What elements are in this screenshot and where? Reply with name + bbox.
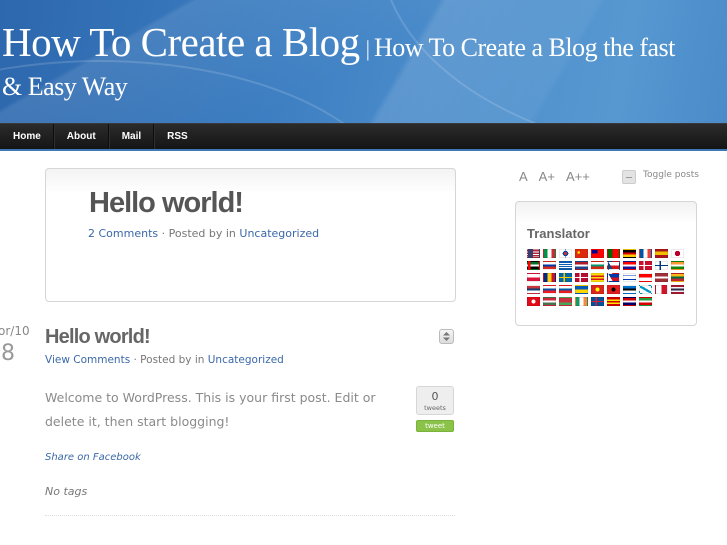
post-meta-text: · Posted by in [130, 354, 208, 366]
flag-icon[interactable] [543, 273, 556, 282]
up-down-arrows-icon [443, 332, 450, 341]
post-date-month: or/10 [0, 324, 30, 338]
featured-category-link[interactable]: Uncategorized [239, 227, 319, 240]
flag-icon[interactable] [607, 297, 620, 306]
flag-icon[interactable] [559, 273, 572, 282]
site-tagline: How To Create a Blog the fast [374, 33, 675, 62]
post-body: Welcome to WordPress. This is your first… [45, 390, 376, 429]
font-size-large[interactable]: A+ [539, 169, 555, 184]
flag-icon[interactable] [671, 261, 684, 270]
flag-icon[interactable] [639, 261, 652, 270]
translator-title: Translator [527, 226, 590, 241]
post-meta: View Comments · Posted by in Uncategoriz… [45, 354, 284, 366]
featured-post-title[interactable]: Hello world! [89, 187, 244, 220]
nav-item-about[interactable]: About [54, 124, 109, 149]
site-title[interactable]: How To Create a Blog [2, 19, 360, 65]
flag-icon[interactable] [591, 285, 604, 294]
flag-icon[interactable] [623, 261, 636, 270]
post-title[interactable]: Hello world! [45, 326, 151, 349]
flag-icon[interactable] [607, 273, 620, 282]
flag-icon[interactable] [671, 285, 684, 294]
flag-icon[interactable] [527, 297, 540, 306]
flag-icon[interactable] [559, 285, 572, 294]
post-date-day: 8 [1, 341, 15, 366]
flag-icon[interactable] [655, 285, 668, 294]
post-category-link[interactable]: Uncategorized [208, 354, 284, 366]
flag-icon[interactable] [575, 297, 588, 306]
flag-icon[interactable] [543, 249, 556, 258]
toggle-posts-label[interactable]: Toggle posts [643, 170, 699, 180]
view-comments-link[interactable]: View Comments [45, 354, 130, 366]
post-tags: No tags [45, 485, 88, 498]
flag-icon[interactable] [671, 273, 684, 282]
toggle-posts-icon[interactable] [622, 170, 636, 184]
font-size-larger[interactable]: A++ [566, 169, 590, 184]
flag-icon[interactable] [543, 261, 556, 270]
site-title-line: How To Create a Blog | How To Create a Blo… [2, 18, 675, 66]
flag-icon[interactable] [575, 261, 588, 270]
flag-icon[interactable] [575, 273, 588, 282]
font-size-normal[interactable]: A [519, 169, 528, 184]
flag-icon[interactable] [559, 261, 572, 270]
tweet-count-label: tweets [424, 404, 446, 412]
flag-icon[interactable] [639, 297, 652, 306]
flag-icon[interactable] [623, 273, 636, 282]
flag-icon[interactable] [559, 249, 572, 258]
flag-icon[interactable] [591, 273, 604, 282]
post-toggle-button[interactable] [439, 329, 454, 344]
tweet-count-box: 0 tweets [416, 386, 454, 415]
flag-icon[interactable] [591, 261, 604, 270]
flag-icon[interactable] [559, 297, 572, 306]
flag-icon[interactable] [527, 249, 540, 258]
flag-icon[interactable] [655, 261, 668, 270]
site-tagline-continued: & Easy Way [2, 72, 128, 101]
flag-icon[interactable] [591, 249, 604, 258]
featured-post-box: Hello world! 2 Comments · Posted by in U… [45, 168, 456, 302]
flag-icon[interactable] [575, 249, 588, 258]
flag-icon[interactable] [623, 249, 636, 258]
tweet-count: 0 [431, 390, 439, 403]
flag-icon[interactable] [639, 273, 652, 282]
translator-widget: Translator [515, 201, 697, 326]
flag-icon[interactable] [607, 285, 620, 294]
flag-icon[interactable] [543, 285, 556, 294]
flag-icon[interactable] [575, 285, 588, 294]
nav-item-rss[interactable]: RSS [154, 124, 200, 149]
flag-icon[interactable] [639, 285, 652, 294]
flag-icon[interactable] [543, 297, 556, 306]
font-size-controls: A A+ A++ [519, 169, 590, 184]
site-header: How To Create a Blog | How To Create a Blo… [0, 0, 727, 123]
title-separator: | [365, 36, 370, 61]
flag-icon[interactable] [623, 285, 636, 294]
featured-comments-link[interactable]: 2 Comments [88, 227, 158, 240]
flag-icon[interactable] [655, 249, 668, 258]
nav-item-mail[interactable]: Mail [109, 124, 155, 149]
flag-icon[interactable] [655, 273, 668, 282]
flag-icon[interactable] [671, 249, 684, 258]
featured-post-meta: 2 Comments · Posted by in Uncategorized [88, 227, 319, 240]
post-divider [45, 515, 455, 516]
flag-icon[interactable] [591, 297, 604, 306]
flag-icon[interactable] [607, 261, 620, 270]
flag-icon[interactable] [607, 249, 620, 258]
flag-list [527, 249, 697, 306]
flag-icon[interactable] [527, 273, 540, 282]
flag-icon[interactable] [639, 249, 652, 258]
flag-icon[interactable] [623, 297, 636, 306]
featured-meta-text: · Posted by in [158, 227, 240, 240]
flag-icon[interactable] [527, 261, 540, 270]
nav-item-home[interactable]: Home [0, 124, 54, 149]
main-navigation: Home About Mail RSS [0, 123, 727, 151]
share-on-facebook-link[interactable]: Share on Facebook [45, 452, 141, 463]
flag-icon[interactable] [527, 285, 540, 294]
tweet-button[interactable]: tweet [416, 420, 454, 432]
